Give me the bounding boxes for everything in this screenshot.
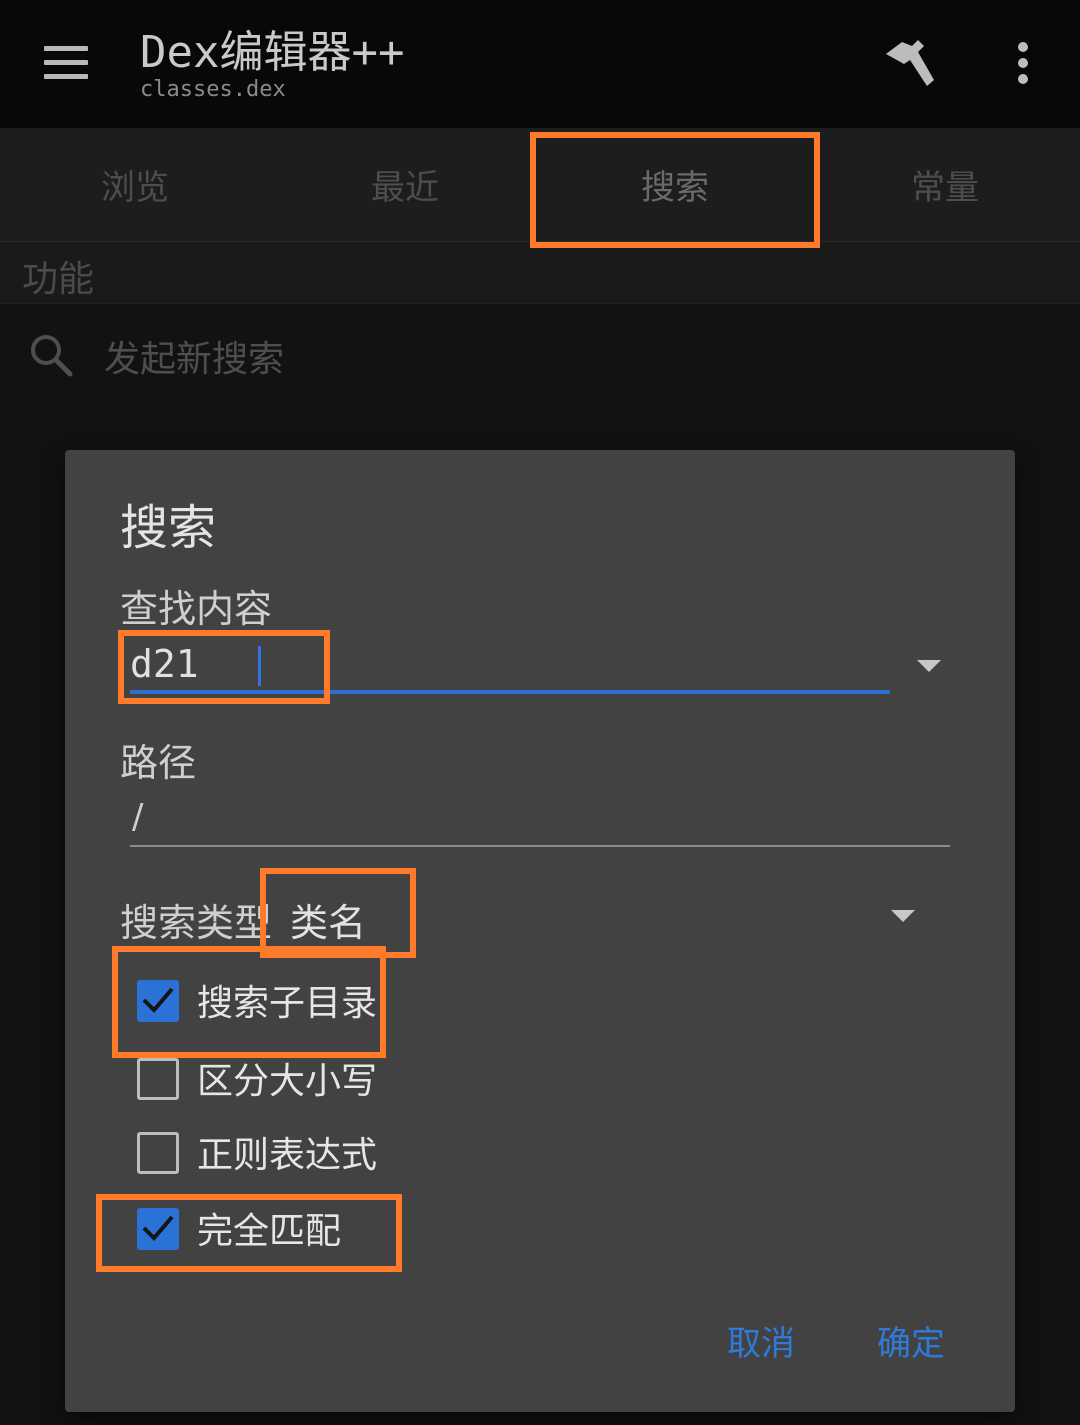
hammer-icon[interactable] bbox=[880, 36, 940, 92]
tab-recent[interactable]: 最近 bbox=[270, 128, 540, 241]
path-input[interactable]: / bbox=[130, 795, 950, 847]
dialog-title: 搜索 bbox=[120, 500, 217, 556]
highlight-box-search-type bbox=[260, 868, 416, 958]
search-type-dropdown-icon[interactable] bbox=[891, 910, 915, 922]
section-header-label: 功能 bbox=[22, 259, 95, 300]
app-bar: Dex编辑器++ classes.dex bbox=[0, 0, 1080, 128]
search-icon bbox=[28, 332, 74, 378]
path-label: 路径 bbox=[120, 741, 197, 785]
find-label: 查找内容 bbox=[120, 587, 273, 631]
checkbox-unchecked-icon[interactable] bbox=[137, 1132, 179, 1174]
checkbox-unchecked-icon[interactable] bbox=[137, 1058, 179, 1100]
option-label: 正则表达式 bbox=[197, 1135, 378, 1176]
cancel-button[interactable]: 取消 bbox=[727, 1316, 795, 1365]
ok-button[interactable]: 确定 bbox=[877, 1316, 945, 1365]
more-vert-icon[interactable] bbox=[1006, 40, 1040, 86]
tab-browse[interactable]: 浏览 bbox=[0, 128, 270, 241]
new-search-label: 发起新搜索 bbox=[104, 339, 285, 380]
highlight-box-search-tab bbox=[530, 132, 820, 248]
tab-constants[interactable]: 常量 bbox=[810, 128, 1080, 241]
path-input-value: / bbox=[132, 797, 144, 837]
app-subtitle: classes.dex bbox=[140, 77, 286, 102]
app-title: Dex编辑器++ bbox=[140, 27, 405, 78]
section-header: 功能 bbox=[0, 242, 1080, 304]
highlight-box-exact-match bbox=[96, 1194, 402, 1272]
new-search-item[interactable]: 发起新搜索 bbox=[0, 304, 1080, 404]
option-regex[interactable]: 正则表达式 bbox=[137, 1132, 637, 1176]
option-case-sensitive[interactable]: 区分大小写 bbox=[137, 1058, 637, 1102]
highlight-box-search-subdirs bbox=[112, 946, 386, 1058]
search-type-label: 搜索类型 bbox=[120, 901, 273, 945]
highlight-box-find-value bbox=[118, 630, 330, 704]
hamburger-menu-icon[interactable] bbox=[40, 42, 90, 82]
option-label: 区分大小写 bbox=[197, 1061, 378, 1102]
find-history-dropdown-icon[interactable] bbox=[917, 660, 941, 672]
